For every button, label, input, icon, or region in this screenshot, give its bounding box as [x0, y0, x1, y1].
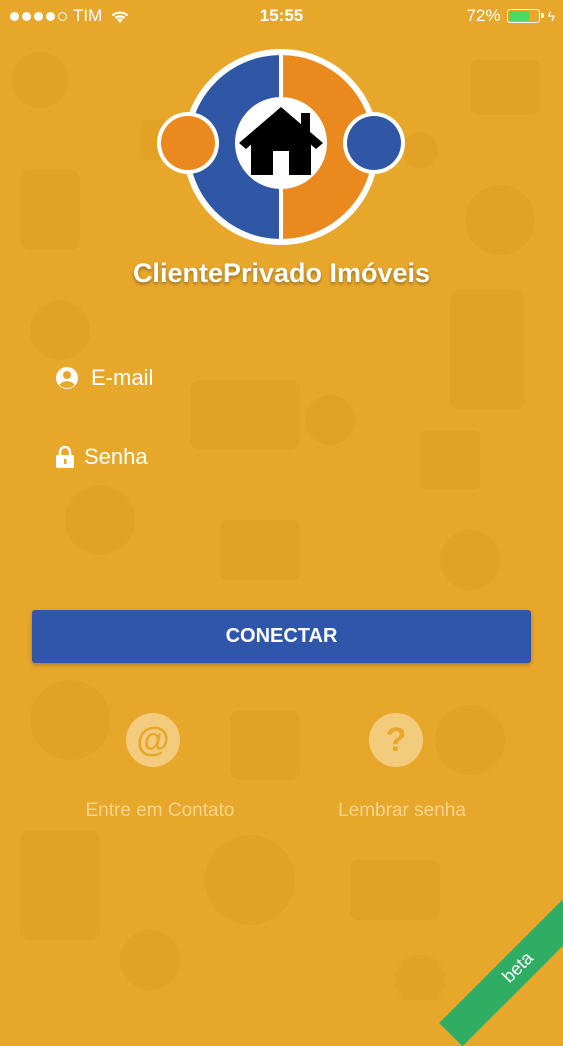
remember-password-link[interactable]: Lembrar senha	[282, 800, 522, 822]
user-circle-icon	[56, 367, 78, 389]
connect-button[interactable]: CONECTAR	[32, 610, 531, 663]
at-sign-icon[interactable]: @	[126, 713, 180, 767]
battery-percent: 72%	[466, 6, 501, 25]
email-input[interactable]	[91, 365, 511, 391]
status-right: 72% ϟ	[467, 6, 555, 26]
status-bar: TIM 15:55 72% ϟ	[0, 0, 563, 32]
app-logo	[157, 49, 405, 245]
battery-icon	[506, 9, 544, 23]
password-input[interactable]	[84, 444, 504, 470]
password-field-row	[55, 444, 504, 470]
logo-left-dot	[161, 116, 215, 170]
battery-level	[508, 11, 530, 21]
question-icon[interactable]: ?	[369, 713, 423, 767]
lock-icon	[56, 445, 74, 468]
email-field-row	[55, 365, 511, 391]
logo-right-dot	[347, 116, 401, 170]
bolt-icon: ϟ	[547, 8, 555, 24]
contact-link[interactable]: Entre em Contato	[40, 800, 280, 822]
brand-name: ClientePrivado Imóveis	[132, 258, 431, 288]
battery-tip	[540, 13, 544, 18]
